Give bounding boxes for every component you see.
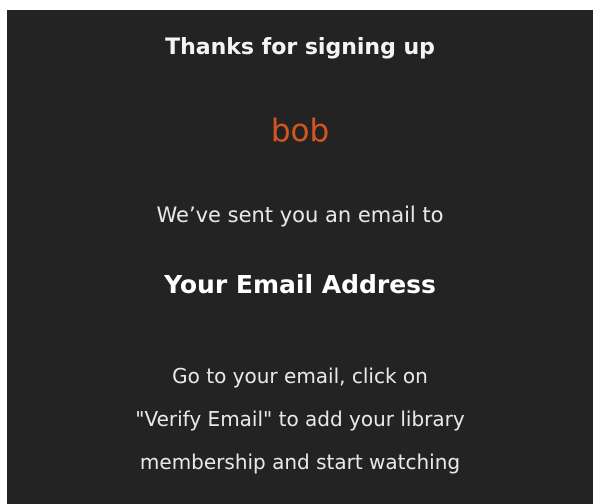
instructions-line-3: membership and start watching — [139, 450, 461, 474]
signup-confirmation-panel: Thanks for signing up bob We’ve sent you… — [7, 10, 593, 504]
instructions-line-1: Go to your email, click on — [172, 364, 428, 388]
page-title: Thanks for signing up — [165, 35, 435, 60]
username-label: bob — [270, 113, 330, 149]
instructions-line-2: "Verify Email" to add your library — [135, 407, 465, 431]
email-sent-message: We’ve sent you an email to — [156, 203, 444, 227]
verify-instructions: Go to your email, click on "Verify Email… — [7, 355, 593, 484]
email-address-text: Your Email Address — [164, 270, 436, 299]
